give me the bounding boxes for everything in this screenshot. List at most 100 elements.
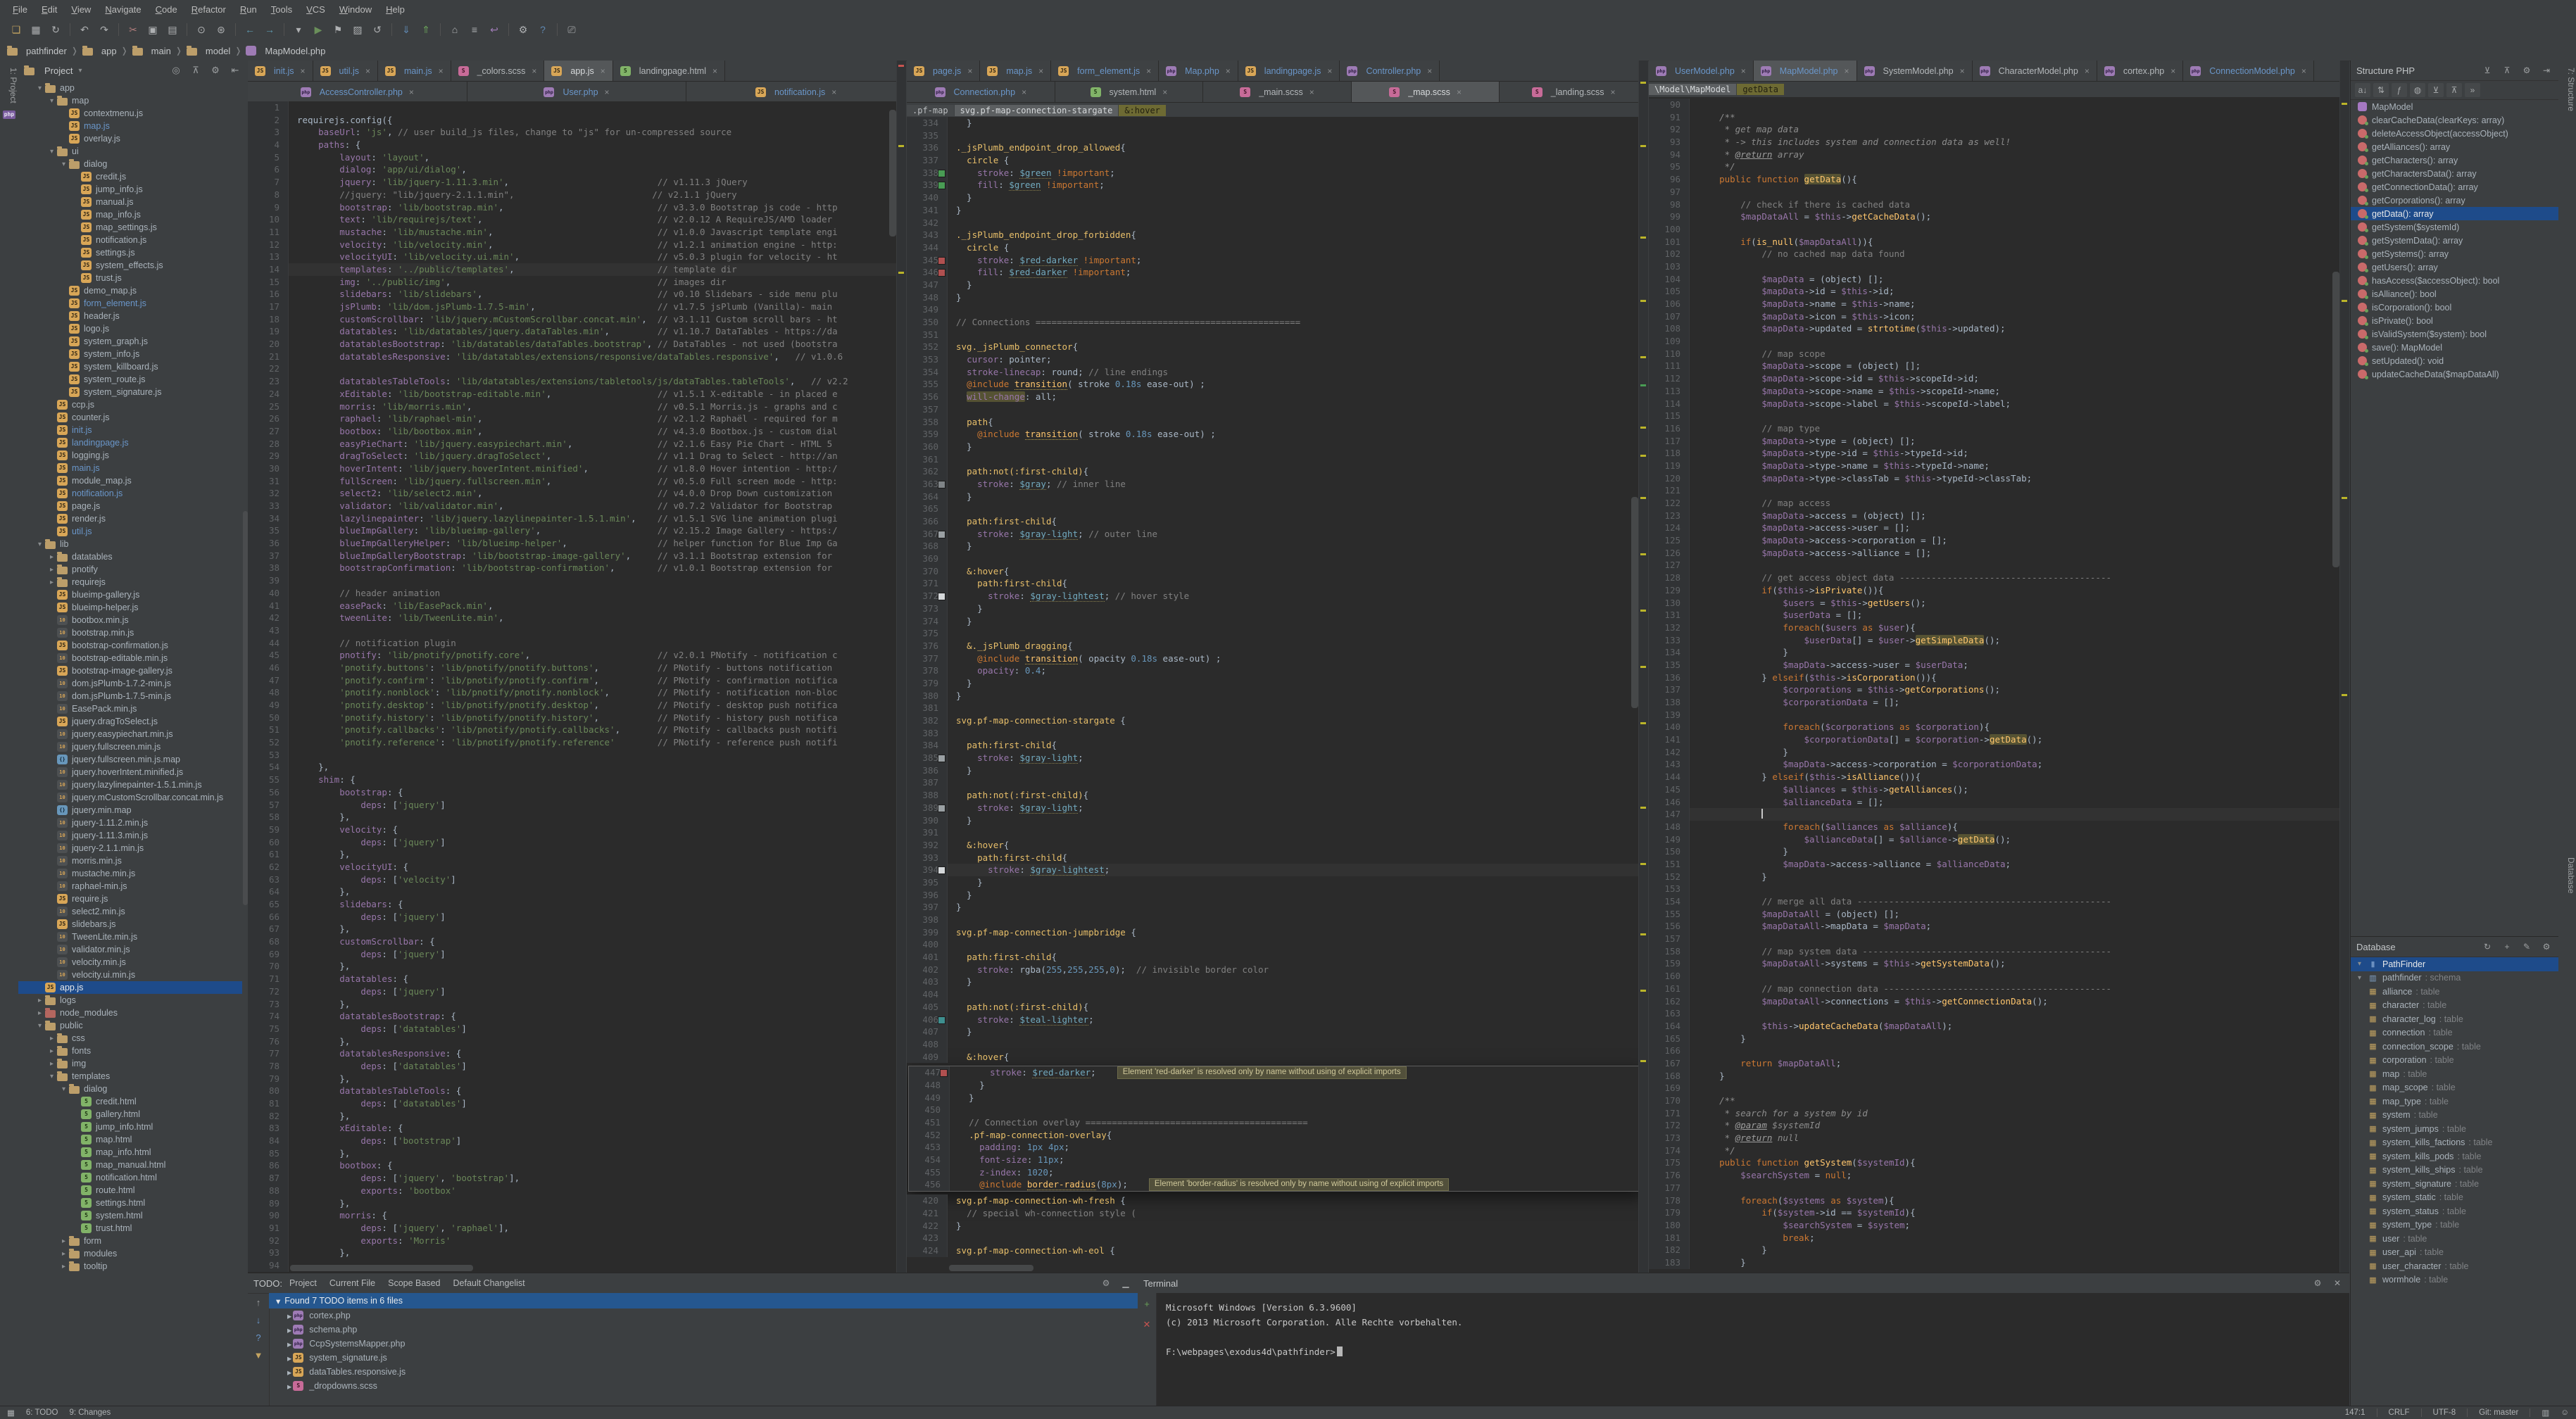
project-tree-item-logo-js[interactable]: JSlogo.js [18, 322, 242, 335]
menu-vcs[interactable]: VCS [299, 2, 332, 17]
project-tree-item-ui[interactable]: ▾ui [18, 145, 242, 158]
structure-item[interactable]: isCorporation(): bool [2351, 301, 2558, 314]
database-item-system_status[interactable]: ▦system_status: table [2351, 1204, 2558, 1218]
tab-app-js[interactable]: JSapp.js× [544, 61, 612, 81]
database-item-map[interactable]: ▦map: table [2351, 1067, 2558, 1081]
project-tree-item-templates[interactable]: ▾templates [18, 1070, 242, 1083]
help-icon[interactable]: ? [256, 1332, 260, 1343]
scrollbar-left-editor[interactable] [889, 110, 896, 237]
statusbar--changes[interactable]: 9: Changes [69, 1408, 111, 1417]
tab-usermodel-php[interactable]: phpUserModel.php× [1649, 61, 1754, 81]
menu-window[interactable]: Window [332, 2, 379, 17]
project-tree-item-velocity-min-js[interactable]: 10velocity.min.js [18, 956, 242, 969]
context-chip[interactable]: &:hover [1119, 105, 1166, 116]
project-tree-item-bootstrap-editable-min-js[interactable]: 10bootstrap-editable.min.js [18, 652, 242, 664]
settings-icon[interactable]: ⚙ [514, 21, 532, 38]
sort-visibility[interactable]: ⇅ [2373, 83, 2389, 97]
gear-icon[interactable]: ⚙ [2540, 942, 2553, 952]
project-tree-item-form[interactable]: ▸form [18, 1235, 242, 1247]
tab-cortex-php[interactable]: phpcortex.php× [2097, 61, 2183, 81]
tab-connection-php[interactable]: phpConnection.php× [907, 82, 1055, 102]
scrollbar-right-editor[interactable] [2332, 272, 2339, 567]
project-tree-item-landingpage-js[interactable]: JSlandingpage.js [18, 436, 242, 449]
database-item-user[interactable]: ▦user: table [2351, 1232, 2558, 1246]
project-tree-item-jquery-1-11-2-min-js[interactable]: 10jquery-1.11.2.min.js [18, 816, 242, 829]
project-tree-item-map-js[interactable]: JSmap.js [18, 120, 242, 132]
more-icon[interactable]: » [2465, 83, 2480, 97]
project-tree-item-app-js[interactable]: JSapp.js [18, 981, 242, 994]
project-tree-item-system-route-js[interactable]: JSsystem_route.js [18, 373, 242, 386]
terminal-output[interactable]: Microsoft Windows [Version 6.3.9600](c) … [1166, 1300, 2342, 1359]
todo-tab-default-changelist[interactable]: Default Changelist [453, 1278, 525, 1288]
project-tree-item-blueimp-helper-js[interactable]: JSblueimp-helper.js [18, 601, 242, 614]
synchronize-icon[interactable]: ↻ [46, 21, 65, 38]
project-tree-item-jquery-dragtoselect-js[interactable]: JSjquery.dragToSelect.js [18, 715, 242, 728]
editor-left[interactable]: 12requirejs.config({3 baseUrl: 'js', // … [248, 101, 906, 1273]
save-all-icon[interactable]: ▦ [27, 21, 45, 38]
todo-file-row[interactable]: ▸JSdataTables.responsive.js [269, 1365, 1138, 1379]
project-tree-item-dialog[interactable]: ▾dialog [18, 158, 242, 170]
open-icon[interactable]: ❏ [7, 21, 25, 38]
project-tree-item-trust-html[interactable]: 5trust.html [18, 1222, 242, 1235]
tab-accesscontroller-php[interactable]: phpAccessController.php× [248, 82, 467, 102]
project-tree-item-bootbox-min-js[interactable]: 10bootbox.min.js [18, 614, 242, 626]
database-item-user_api[interactable]: ▦user_api: table [2351, 1246, 2558, 1260]
project-tree-item-ccp-js[interactable]: JSccp.js [18, 398, 242, 411]
menu-edit[interactable]: Edit [34, 2, 64, 17]
vcs-commit-icon[interactable]: ⇑ [417, 21, 435, 38]
project-tree-item-css[interactable]: ▸css [18, 1032, 242, 1045]
database-item-system[interactable]: ▦system: table [2351, 1109, 2558, 1123]
project-tree-item-map-info-js[interactable]: JSmap_info.js [18, 208, 242, 221]
project-tree-item-slidebars-js[interactable]: JSslidebars.js [18, 918, 242, 931]
todo-file-row[interactable]: ▸JSsystem_signature.js [269, 1351, 1138, 1365]
structure-item[interactable]: getSystemData(): array [2351, 234, 2558, 247]
database-item-character[interactable]: ▦character: table [2351, 999, 2558, 1013]
structure-item[interactable]: save(): MapModel [2351, 341, 2558, 354]
tab-main-js[interactable]: JSmain.js× [378, 61, 451, 81]
expand-all-icon[interactable]: ⊻ [2481, 65, 2494, 75]
menu-code[interactable]: Code [149, 2, 184, 17]
project-tree-item-overlay-js[interactable]: JSoverlay.js [18, 132, 242, 145]
tab-map-php[interactable]: phpMap.php× [1159, 61, 1238, 81]
database-item-user_character[interactable]: ▦user_character: table [2351, 1259, 2558, 1273]
todo-summary-row[interactable]: ▾Found 7 TODO items in 6 files [269, 1293, 1138, 1308]
structure-item[interactable]: getConnectionData(): array [2351, 180, 2558, 194]
project-tree-item-counter-js[interactable]: JScounter.js [18, 411, 242, 424]
project-tree-item-system-effects-js[interactable]: JSsystem_effects.js [18, 259, 242, 272]
structure-item[interactable]: getSystems(): array [2351, 247, 2558, 260]
menu-view[interactable]: View [64, 2, 98, 17]
todo-tab-scope-based[interactable]: Scope Based [388, 1278, 440, 1288]
gear-icon[interactable]: ⚙ [2520, 65, 2533, 75]
structure-item[interactable]: getUsers(): array [2351, 260, 2558, 274]
project-tree-item-validator-min-js[interactable]: 10validator.min.js [18, 943, 242, 956]
project-tree-item-system-signature-js[interactable]: JSsystem_signature.js [18, 386, 242, 398]
tab--landing-scss[interactable]: S_landing.scss× [1500, 82, 1648, 102]
project-tree-item-route-html[interactable]: 5route.html [18, 1184, 242, 1197]
tab-connectionmodel-php[interactable]: phpConnectionModel.php× [2183, 61, 2314, 81]
show-fields[interactable]: ƒ [2392, 83, 2407, 97]
member-chip[interactable]: getData [1737, 84, 1784, 95]
replace-icon[interactable]: ⊛ [212, 21, 230, 38]
hscrollbar-left-editor[interactable] [290, 1265, 473, 1271]
database-item-map_type[interactable]: ▦map_type: table [2351, 1095, 2558, 1109]
run-config-icon[interactable]: ▾ [289, 21, 308, 38]
gear-icon[interactable]: ⚙ [1100, 1278, 1112, 1288]
project-tree-item-jquery-lazylinepainter-1-5-1-min-js[interactable]: 10jquery.lazylinepainter-1.5.1.min.js [18, 778, 242, 791]
structure-item[interactable]: getCharactersData(): array [2351, 167, 2558, 180]
project-tree-item-bootstrap-min-js[interactable]: 10bootstrap.min.js [18, 626, 242, 639]
show-inherited[interactable]: ◍ [2410, 83, 2425, 97]
expand-icon[interactable]: ⊻ [2428, 83, 2444, 97]
project-tree-item-modules[interactable]: ▸modules [18, 1247, 242, 1260]
project-tree-item-credit-js[interactable]: JScredit.js [18, 170, 242, 183]
terminal-prompt[interactable]: F:\webpages\exodus4d\pathfinder> [1166, 1344, 2342, 1359]
statusbar-vcs-branch[interactable]: Git: master [2479, 1408, 2518, 1417]
run-icon[interactable]: ▶ [309, 21, 327, 38]
project-tree-item-system-info-js[interactable]: JSsystem_info.js [18, 348, 242, 360]
project-tree-item-jquery-1-11-3-min-js[interactable]: 10jquery-1.11.3.min.js [18, 829, 242, 842]
todo-file-row[interactable]: ▸phpschema.php [269, 1323, 1138, 1337]
project-tree-item-dialog[interactable]: ▾dialog [18, 1083, 242, 1095]
database-item-system_kills_ships[interactable]: ▦system_kills_ships: table [2351, 1163, 2558, 1178]
project-tree-item-jquery-easypiechart-min-js[interactable]: 10jquery.easypiechart.min.js [18, 728, 242, 740]
project-tree-item-node-modules[interactable]: ▸node_modules [18, 1007, 242, 1019]
paste-icon[interactable]: ▤ [163, 21, 182, 38]
